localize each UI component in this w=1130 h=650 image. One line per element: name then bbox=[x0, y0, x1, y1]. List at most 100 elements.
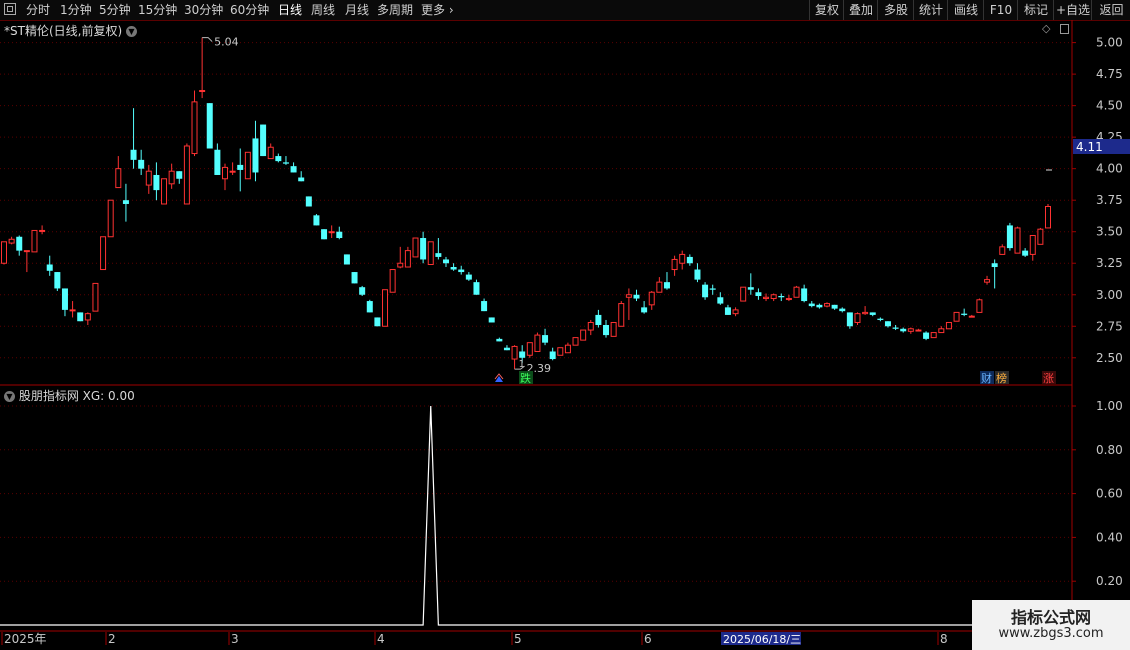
candle-body-down bbox=[488, 317, 495, 323]
candle-body-down bbox=[747, 287, 754, 290]
candle-body-down bbox=[869, 312, 876, 315]
candle-body-down bbox=[366, 301, 373, 313]
candle-body-up bbox=[92, 282, 99, 312]
candle-body-down bbox=[549, 351, 556, 360]
badge-zhang: 涨 bbox=[1043, 372, 1054, 385]
candle-body-down bbox=[374, 317, 381, 327]
candle-body-down bbox=[519, 351, 526, 358]
watermark-line1: 指标公式网 bbox=[1010, 608, 1091, 627]
candle-body-up bbox=[1014, 227, 1021, 254]
candle-body-up bbox=[115, 168, 122, 189]
candle-body-down bbox=[633, 294, 640, 299]
indicator-tick-label: 0.60 bbox=[1096, 487, 1123, 501]
candle-body-down bbox=[877, 318, 884, 320]
low-marker-label: 1 bbox=[519, 359, 525, 370]
candle-body-up bbox=[199, 90, 206, 93]
candle-body-down bbox=[458, 269, 465, 273]
main-chart-title-bar: *ST精伦(日线,前复权) ▼ bbox=[4, 22, 137, 39]
candle-body-up bbox=[740, 286, 747, 302]
candle-body-down bbox=[206, 103, 213, 149]
candle-body-down bbox=[298, 177, 305, 182]
candle-body-up bbox=[580, 329, 587, 341]
candle-body-down bbox=[686, 256, 693, 264]
candle-body-down bbox=[778, 296, 785, 298]
price-tick-label: 4.00 bbox=[1096, 162, 1123, 176]
candle-body-down bbox=[816, 304, 823, 308]
candle-body-up bbox=[999, 246, 1006, 255]
candle-body-down bbox=[343, 254, 350, 265]
chart-canvas[interactable]: 5.004.754.504.254.003.753.503.253.002.75… bbox=[0, 0, 1130, 650]
date-tick-label: 2025年 bbox=[4, 632, 47, 646]
candle-body-up bbox=[8, 238, 15, 244]
candle-body-down bbox=[77, 312, 84, 322]
candle-body-up bbox=[382, 289, 389, 327]
candle-body-down bbox=[237, 164, 244, 170]
candle-body-down bbox=[122, 200, 129, 204]
candle-body-up bbox=[229, 170, 236, 173]
candle-body-up bbox=[610, 321, 617, 337]
candle-body-down bbox=[961, 313, 968, 315]
chevron-down-icon[interactable]: ▼ bbox=[4, 391, 15, 402]
candle-body-down bbox=[694, 269, 701, 280]
price-tick-label: 4.75 bbox=[1096, 67, 1123, 81]
chevron-down-icon[interactable]: ▼ bbox=[125, 26, 137, 37]
date-tick-label: 4 bbox=[377, 632, 385, 646]
indicator-tick-label: 1.00 bbox=[1096, 399, 1123, 413]
diamond-icon[interactable]: ◇ bbox=[1042, 22, 1050, 35]
candle-body-down bbox=[153, 174, 160, 191]
current-price-label: 4.11 bbox=[1076, 140, 1103, 154]
candle-body-down bbox=[717, 297, 724, 304]
date-tick-label: 2 bbox=[108, 632, 116, 646]
candle-body-down bbox=[450, 267, 457, 270]
candle-body-up bbox=[168, 170, 175, 185]
candle-body-down bbox=[435, 253, 442, 257]
main-chart-title: *ST精伦(日线,前复权) bbox=[4, 24, 123, 38]
candle-body-up bbox=[564, 344, 571, 354]
candle-body-up bbox=[915, 329, 922, 332]
candle-body-down bbox=[1006, 225, 1013, 249]
price-tick-label: 3.25 bbox=[1096, 256, 1123, 270]
candle-body-up bbox=[557, 347, 564, 356]
price-tick-label: 2.50 bbox=[1096, 351, 1123, 365]
candle-body-up bbox=[1029, 234, 1036, 255]
candle-body-up bbox=[511, 345, 518, 360]
candle-body-up bbox=[145, 170, 152, 186]
candle-body-up bbox=[69, 309, 76, 312]
candle-body-up bbox=[328, 231, 335, 234]
date-tick-label: 3 bbox=[231, 632, 239, 646]
candle-body-down bbox=[351, 272, 358, 284]
price-tick-label: 3.00 bbox=[1096, 288, 1123, 302]
candle-body-down bbox=[831, 304, 838, 309]
candle-body-up bbox=[572, 337, 579, 346]
candle-body-down bbox=[420, 238, 427, 260]
window-toggle-icon[interactable] bbox=[1060, 24, 1069, 34]
candle-body-down bbox=[641, 307, 648, 313]
candle-body-down bbox=[313, 215, 320, 226]
candle-body-up bbox=[244, 151, 251, 180]
candle-body-up bbox=[427, 241, 434, 265]
candle-body-down bbox=[884, 321, 891, 327]
candle-body-down bbox=[801, 288, 808, 302]
candle-body-up bbox=[618, 303, 625, 327]
candle-body-down bbox=[702, 284, 709, 298]
candle-body-up bbox=[1045, 206, 1051, 229]
candle-body-down bbox=[595, 314, 602, 326]
candle-body-up bbox=[84, 313, 91, 321]
candle-body-up bbox=[862, 311, 869, 315]
candle-body-up bbox=[412, 237, 419, 258]
candle-body-down bbox=[46, 264, 53, 271]
candle-body-down bbox=[473, 282, 480, 295]
candle-body-down bbox=[846, 312, 853, 327]
candle-body-up bbox=[968, 315, 975, 318]
candle-body-up bbox=[587, 321, 594, 331]
candle-body-up bbox=[39, 229, 46, 232]
candle-body-down bbox=[61, 288, 68, 310]
indicator-tick-label: 0.20 bbox=[1096, 574, 1123, 588]
price-tick-label: 4.50 bbox=[1096, 99, 1123, 113]
indicator-tick-label: 0.40 bbox=[1096, 530, 1123, 544]
candle-body-up bbox=[671, 258, 678, 271]
badge-die: 跌 bbox=[520, 371, 531, 385]
candle-body-up bbox=[679, 253, 686, 264]
candle-body-up bbox=[907, 328, 914, 332]
candle-body-up bbox=[945, 321, 952, 330]
